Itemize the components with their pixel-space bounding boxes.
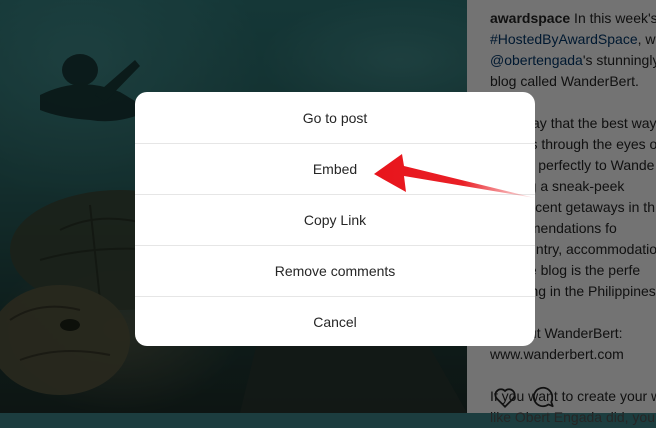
cancel-button[interactable]: Cancel	[135, 296, 535, 346]
remove-comments-button[interactable]: Remove comments	[135, 245, 535, 296]
go-to-post-button[interactable]: Go to post	[135, 92, 535, 143]
post-options-dialog: Go to post Embed Copy Link Remove commen…	[135, 92, 535, 346]
red-arrow-annotation	[374, 154, 535, 198]
